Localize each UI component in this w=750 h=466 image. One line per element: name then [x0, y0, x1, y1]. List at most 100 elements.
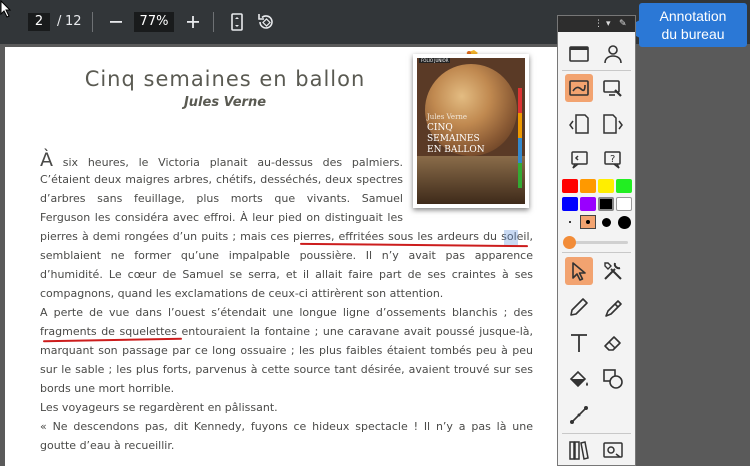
book-title: Cinq semaines en ballon: [84, 67, 366, 91]
toolbar-divider: [92, 12, 93, 32]
line-tool-button[interactable]: [565, 401, 593, 429]
library-icon: [569, 441, 589, 460]
text-line: d’arbres sans feuillage, plus morts que …: [40, 192, 403, 205]
highlighter-tool-button[interactable]: [599, 293, 627, 321]
text-line: d’humidité. Le cœur de Samuel se serra, …: [40, 268, 533, 281]
text-line: À six heures, le Victoria planait au-des…: [40, 150, 403, 170]
text-line: goutte d’eau à recueillir.: [40, 439, 175, 452]
select-arrow-icon: [572, 262, 586, 281]
color-green-swatch[interactable]: [616, 179, 632, 193]
panel-divider: [562, 433, 631, 434]
page-number-input[interactable]: 2: [28, 13, 50, 31]
text-line: sur le sable ; les plus forts, parvenus …: [40, 363, 533, 376]
desktop-annotation-button[interactable]: [565, 74, 593, 102]
plus-icon: [187, 16, 199, 28]
text-span: six heures, le Victoria planait au-dessu…: [53, 156, 403, 169]
previous-page-icon: [569, 114, 589, 134]
shapes-tool-button[interactable]: [599, 365, 627, 393]
fit-page-icon: [231, 13, 243, 31]
opacity-slider-thumb[interactable]: [563, 236, 576, 249]
page-total: 12: [65, 14, 82, 29]
pencil-tool-button[interactable]: [565, 293, 593, 321]
mouse-cursor-icon: [0, 0, 12, 18]
library-button[interactable]: [565, 436, 593, 464]
pin-panel-icon[interactable]: ✎: [619, 18, 627, 30]
size-dot: [569, 221, 571, 223]
pen-size-large[interactable]: [598, 215, 614, 229]
previous-help-icon: [571, 151, 588, 169]
color-white-swatch[interactable]: [616, 197, 632, 211]
color-yellow-swatch[interactable]: [598, 179, 614, 193]
select-tool-button[interactable]: [565, 257, 593, 285]
desktop-annotation-icon: [569, 80, 589, 96]
rotate-button[interactable]: [254, 10, 278, 34]
color-blue-swatch[interactable]: [562, 197, 578, 211]
size-dot: [586, 220, 590, 224]
desktop-settings-icon: [603, 80, 622, 97]
minus-icon: [110, 21, 122, 23]
dropdown-icon[interactable]: ▾: [606, 18, 611, 30]
text-line: bords une mort horrible.: [40, 382, 175, 395]
zoom-in-button[interactable]: [181, 10, 205, 34]
whiteboard-button[interactable]: [565, 40, 593, 68]
screen-capture-icon: [603, 442, 623, 458]
more-options-icon[interactable]: ⋮: [594, 18, 603, 30]
pen-size-small[interactable]: [562, 215, 578, 229]
zoom-input[interactable]: 77%: [134, 12, 174, 32]
cover-title: CINQ SEMAINES EN BALLON: [427, 123, 507, 156]
color-red-swatch[interactable]: [562, 179, 578, 193]
book-cover-image: FOLIO JUNIOR Jules Verne CINQ SEMAINES E…: [413, 54, 529, 208]
shapes-icon: [603, 369, 623, 389]
cover-series-label: FOLIO JUNIOR: [419, 58, 451, 63]
cover-title-line: CINQ SEMAINES: [427, 123, 480, 144]
annotation-toolbar: ⋮ ▾ ✎ ?: [557, 15, 636, 466]
book-author: Jules Verne: [183, 95, 267, 110]
fill-tool-button[interactable]: [565, 365, 593, 393]
highlighter-icon: [605, 300, 622, 317]
whiteboard-icon: [569, 46, 589, 62]
rotate-icon: [258, 14, 273, 29]
cover-color-strip: [518, 88, 522, 188]
cover-title-line: EN BALLON: [427, 145, 485, 155]
text-line: A perte de vue dans l’ouest s’étendait u…: [40, 306, 533, 319]
text-icon: [571, 334, 587, 352]
pen-size-xlarge[interactable]: [616, 215, 632, 229]
panel-divider: [562, 70, 631, 71]
size-dot: [601, 217, 611, 227]
fill-icon: [569, 370, 588, 388]
tools-icon: [604, 262, 622, 280]
next-page-icon: [603, 114, 623, 134]
pencil-icon: [570, 298, 588, 316]
screen-capture-button[interactable]: [599, 436, 627, 464]
cover-artwork: FOLIO JUNIOR Jules Verne CINQ SEMAINES E…: [417, 58, 525, 204]
zoom-out-button[interactable]: [104, 10, 128, 34]
text-selection-highlight: [504, 230, 518, 245]
previous-help-button[interactable]: [565, 146, 593, 174]
eraser-icon: [604, 336, 621, 351]
page-separator: /: [57, 14, 62, 29]
text-tool-button[interactable]: [565, 329, 593, 357]
color-purple-swatch[interactable]: [580, 197, 596, 211]
next-page-button[interactable]: [599, 110, 627, 138]
line-icon: [570, 406, 588, 424]
eraser-tool-button[interactable]: [599, 329, 627, 357]
fit-page-button[interactable]: [225, 10, 249, 34]
desktop-settings-button[interactable]: [599, 74, 627, 102]
previous-page-button[interactable]: [565, 110, 593, 138]
tools-button[interactable]: [599, 257, 627, 285]
text-line: compagnons, quand les exclamations de ce…: [40, 287, 444, 300]
text-line: Ferguson les considéra avec effroi. À le…: [40, 211, 403, 224]
text-line: Les voyageurs se regardèrent en pâlissan…: [40, 401, 278, 414]
size-dot: [617, 215, 631, 229]
text-line: « Ne descendons pas, dit Kennedy, fuyons…: [40, 420, 533, 433]
color-black-swatch[interactable]: [598, 197, 614, 211]
next-help-button[interactable]: ?: [599, 146, 627, 174]
user-button[interactable]: [599, 40, 627, 68]
callout-text: du bureau: [661, 26, 725, 42]
color-orange-swatch[interactable]: [580, 179, 596, 193]
text-line: semblaient ne former qu’une impalpable p…: [40, 249, 533, 262]
pen-size-medium[interactable]: [580, 215, 596, 229]
panel-header[interactable]: ⋮ ▾ ✎: [558, 16, 635, 32]
svg-text:?: ?: [610, 154, 615, 165]
cover-author: Jules Verne: [427, 113, 468, 121]
